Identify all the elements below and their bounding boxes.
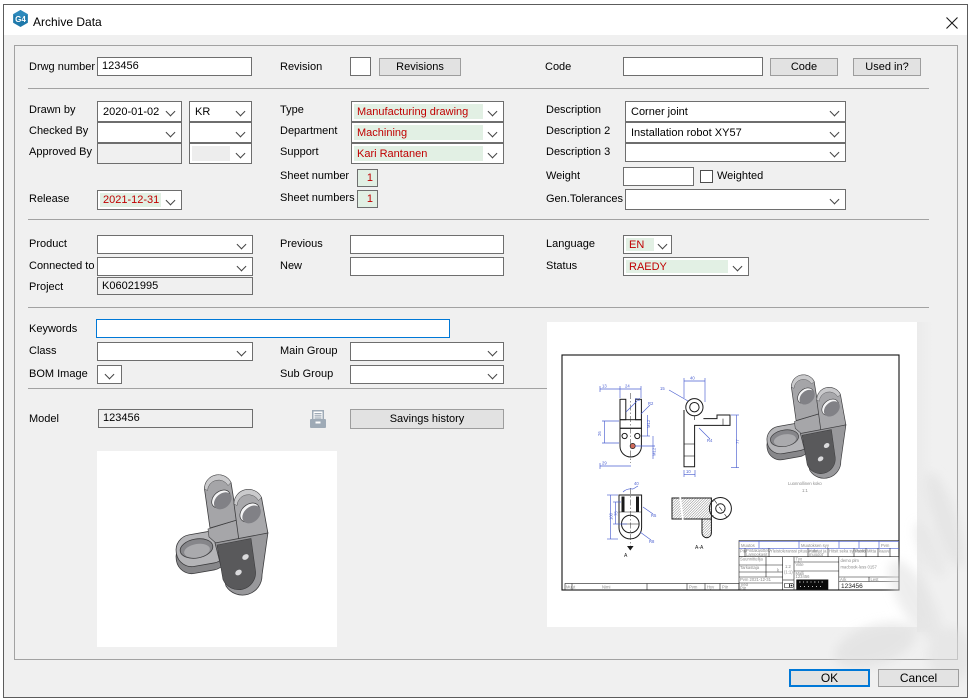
svg-text:G4: G4 bbox=[15, 15, 26, 24]
svg-text:Piir: Piir bbox=[722, 585, 729, 590]
svg-text:75: 75 bbox=[614, 511, 619, 516]
svg-text:M12: M12 bbox=[646, 419, 651, 428]
svg-text:Tarkastaja: Tarkastaja bbox=[740, 565, 760, 570]
svg-text:R8: R8 bbox=[649, 539, 655, 544]
svg-text:Hyv: Hyv bbox=[707, 585, 715, 590]
svg-text:M12: M12 bbox=[652, 447, 657, 456]
svg-text:Piir: Piir bbox=[740, 586, 747, 591]
svg-text:77: 77 bbox=[735, 439, 740, 444]
svg-text:Pvm: Pvm bbox=[689, 585, 698, 590]
svg-text:R4: R4 bbox=[707, 438, 713, 443]
svg-text:29: 29 bbox=[602, 461, 607, 466]
svg-text:40: 40 bbox=[690, 376, 695, 381]
svg-text:Nimi: Nimi bbox=[602, 585, 610, 590]
svg-text:A-A: A-A bbox=[695, 545, 704, 551]
svg-text:10: 10 bbox=[686, 469, 691, 474]
svg-text:R2: R2 bbox=[648, 401, 654, 406]
svg-text:A: A bbox=[624, 553, 628, 559]
svg-text:Suunnittelija: Suunnittelija bbox=[740, 557, 763, 562]
svg-text:24: 24 bbox=[625, 384, 630, 389]
svg-text:R2: R2 bbox=[635, 397, 641, 402]
svg-text:15: 15 bbox=[660, 386, 665, 391]
svg-text:13: 13 bbox=[602, 384, 607, 389]
svg-text:Muut: Muut bbox=[566, 585, 576, 590]
svg-text:R5: R5 bbox=[651, 513, 657, 518]
svg-text:40: 40 bbox=[634, 481, 639, 486]
svg-text:26: 26 bbox=[597, 431, 602, 436]
